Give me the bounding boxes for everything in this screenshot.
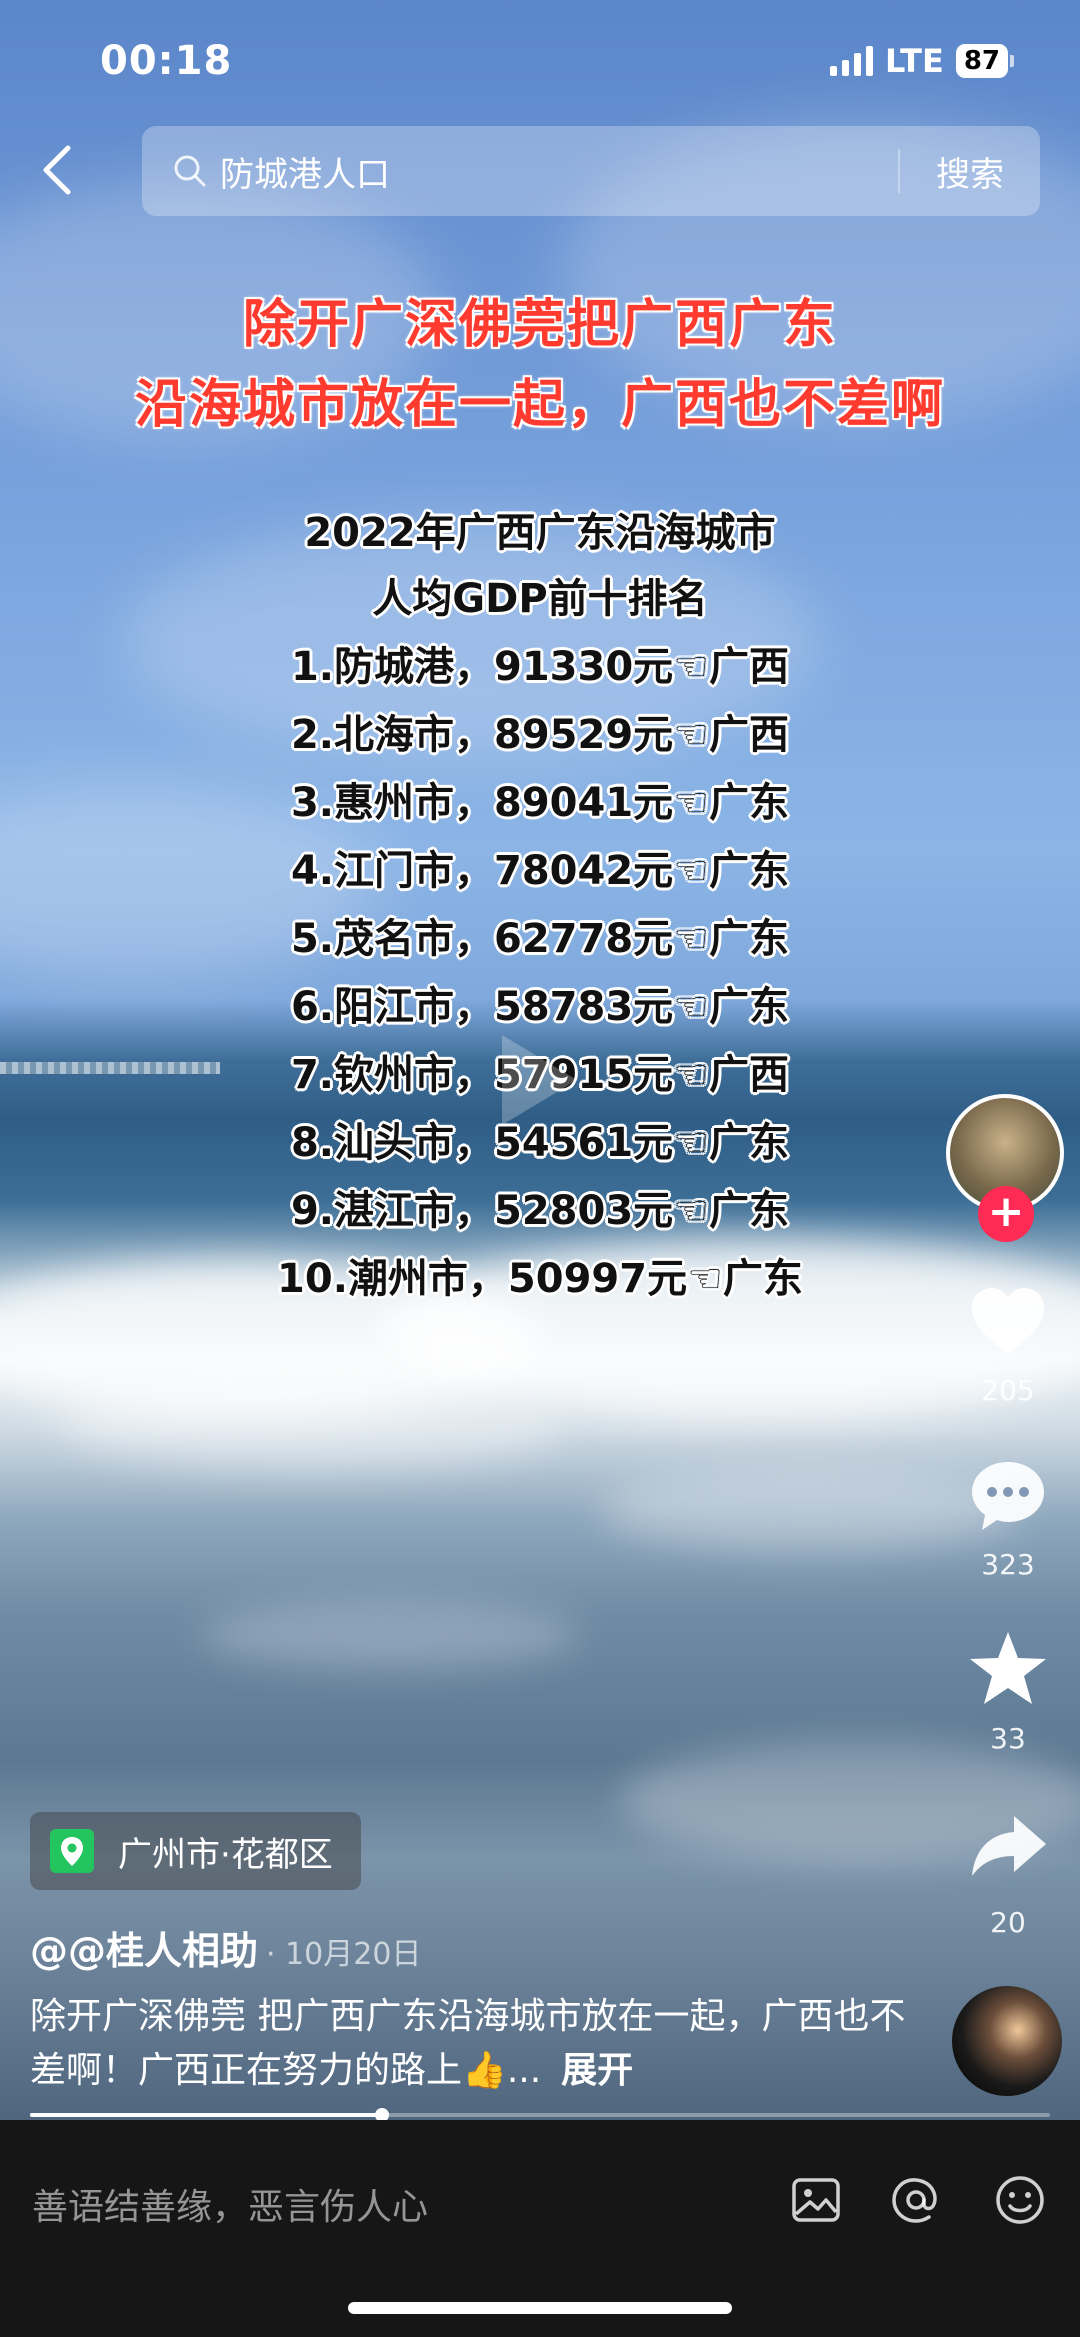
status-indicators: LTE 87 xyxy=(830,42,1014,80)
ranking-item: 1.防城港，91330元☜广西 xyxy=(290,644,790,690)
post-date: · 10月20日 xyxy=(266,1937,422,1972)
author-line: @@桂人相助 · 10月20日 xyxy=(30,1920,421,1975)
caption-text: 除开广深佛莞 把广西广东沿海城市放在一起，广西也不差啊！广西正在努力的路上👍..… xyxy=(30,1996,906,2091)
network-type: LTE xyxy=(885,42,944,80)
comment-count: 323 xyxy=(981,1548,1035,1581)
home-indicator[interactable] xyxy=(348,2302,732,2314)
ranking-item: 9.湛江市，52803元☜广东 xyxy=(290,1188,790,1234)
comment-input[interactable]: 善语结善缘，恶言伤人心 xyxy=(32,2178,428,2230)
image-icon[interactable] xyxy=(786,2170,846,2230)
play-icon[interactable] xyxy=(472,1020,592,1140)
video-progress-bar[interactable] xyxy=(30,2108,1050,2122)
share-count: 20 xyxy=(990,1906,1026,1939)
search-input[interactable]: 防城港人口 搜索 xyxy=(142,126,1040,216)
like-heart-icon[interactable] xyxy=(966,1280,1050,1364)
favorite-count: 33 xyxy=(990,1722,1026,1755)
follow-button[interactable]: + xyxy=(978,1186,1034,1242)
expand-button[interactable]: 展开 xyxy=(561,2050,633,2091)
back-arrow-icon[interactable] xyxy=(36,140,80,200)
search-icon xyxy=(174,155,206,187)
status-time: 00:18 xyxy=(100,38,233,84)
location-pin-icon xyxy=(50,1829,94,1873)
ranking-item: 10.潮州市，50997元☜广东 xyxy=(277,1256,803,1302)
cellular-signal-icon xyxy=(830,46,874,76)
ranking-title-line-2: 人均GDP前十排名 xyxy=(372,576,708,622)
author-name[interactable]: @@桂人相助 xyxy=(30,1929,258,1973)
video-headline-line-1: 除开广深佛莞把广西广东 xyxy=(242,295,837,355)
ranking-item: 4.江门市，78042元☜广东 xyxy=(290,848,790,894)
like-count: 205 xyxy=(981,1374,1035,1407)
comment-bar: 善语结善缘，恶言伤人心 xyxy=(0,2120,1080,2337)
emoji-icon[interactable] xyxy=(990,2170,1050,2230)
ranking-item: 5.茂名市，62778元☜广东 xyxy=(290,916,790,962)
ranking-title-line-1: 2022年广西广东沿海城市 xyxy=(304,510,776,556)
ranking-item: 2.北海市，89529元☜广西 xyxy=(290,712,790,758)
search-button[interactable]: 搜索 xyxy=(900,147,1040,196)
mention-icon[interactable] xyxy=(886,2170,946,2230)
music-disc[interactable] xyxy=(952,1986,1062,2096)
favorite-star-icon[interactable] xyxy=(966,1626,1050,1710)
progress-fill xyxy=(30,2113,382,2117)
video-headline-line-2: 沿海城市放在一起，广西也不差啊 xyxy=(134,375,945,435)
search-query[interactable]: 防城港人口 xyxy=(220,147,898,196)
comment-icon[interactable] xyxy=(966,1454,1050,1538)
location-label: 广州市·花都区 xyxy=(118,1834,333,1875)
post-caption: 除开广深佛莞 把广西广东沿海城市放在一起，广西也不差啊！广西正在努力的路上👍..… xyxy=(30,1990,930,2098)
share-arrow-icon[interactable] xyxy=(966,1804,1050,1888)
ranking-item: 3.惠州市，89041元☜广东 xyxy=(290,780,790,826)
battery-level: 87 xyxy=(955,44,1008,78)
battery-icon: 87 xyxy=(955,44,1014,78)
location-tag[interactable]: 广州市·花都区 xyxy=(30,1812,361,1890)
